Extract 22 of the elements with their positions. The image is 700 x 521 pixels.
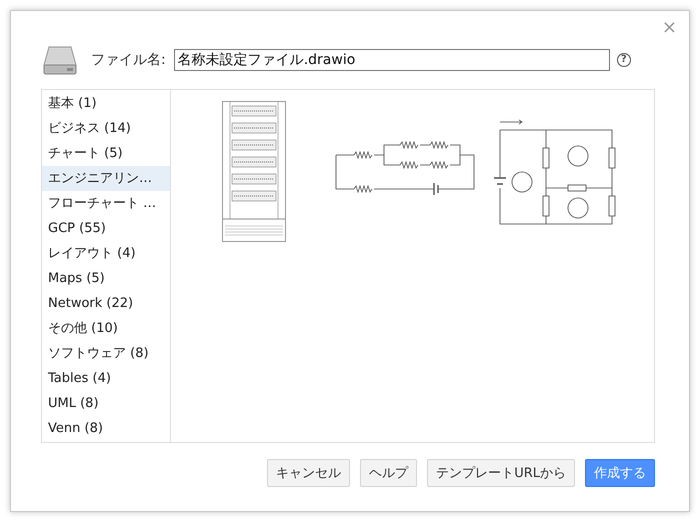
- category-item[interactable]: ビジネス (14): [42, 116, 170, 141]
- category-item[interactable]: Tables (4): [42, 366, 170, 391]
- category-item[interactable]: エンジニアリン…: [42, 166, 170, 191]
- category-item[interactable]: チャート (5): [42, 141, 170, 166]
- dialog-button[interactable]: ヘルプ: [360, 459, 418, 487]
- hard-drive-icon: [43, 45, 77, 75]
- category-item[interactable]: フローチャート …: [42, 191, 170, 216]
- category-item[interactable]: Venn (8): [42, 416, 170, 441]
- category-item[interactable]: Maps (5): [42, 266, 170, 291]
- filename-field[interactable]: 名称未設定ファイル.drawio: [174, 49, 610, 71]
- category-item[interactable]: GCP (55): [42, 216, 170, 241]
- filename-label: ファイル名:: [91, 51, 166, 69]
- category-item[interactable]: レイアウト (4): [42, 241, 170, 266]
- dialog-button[interactable]: テンプレートURLから: [427, 459, 575, 487]
- help-button[interactable]: ?: [616, 53, 631, 67]
- category-item[interactable]: その他 (10): [42, 316, 170, 341]
- category-item[interactable]: Network (22): [42, 291, 170, 316]
- category-item[interactable]: ソフトウェア (8): [42, 341, 170, 366]
- dialog-button[interactable]: キャンセル: [267, 459, 350, 487]
- category-item[interactable]: UML (8): [42, 391, 170, 416]
- cabinet-layout-drawing[interactable]: [222, 101, 286, 242]
- category-item[interactable]: 基本 (1): [42, 91, 170, 116]
